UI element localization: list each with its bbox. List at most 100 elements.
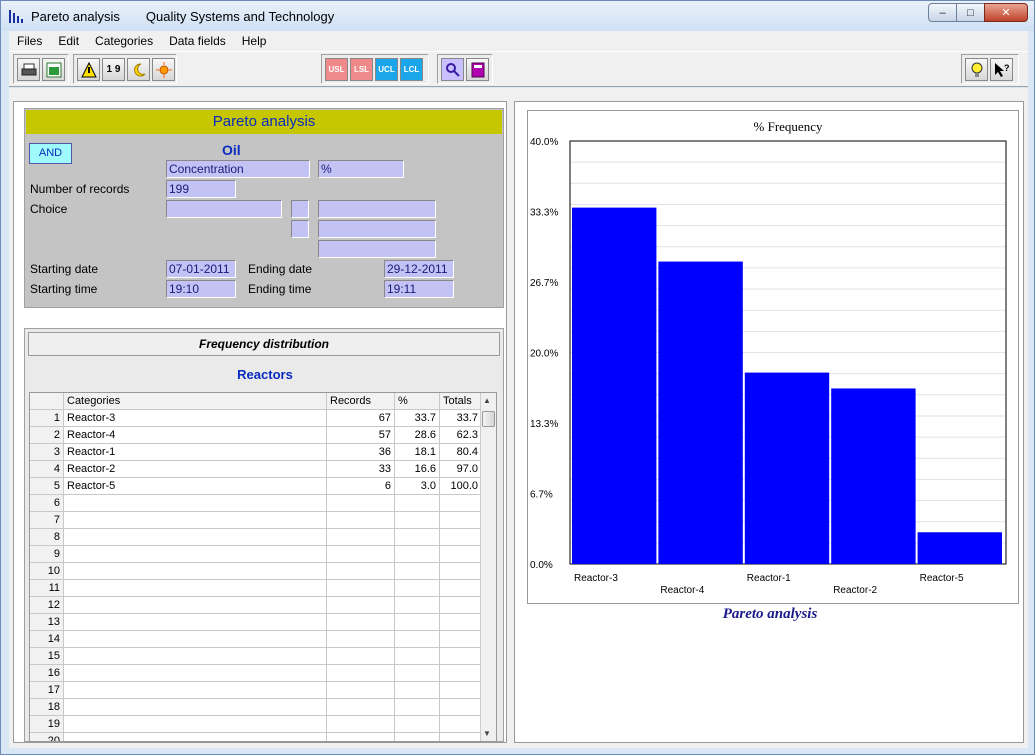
y-tick-label: 20.0% [530, 349, 558, 360]
cell-category [64, 597, 327, 614]
table-row[interactable]: 13 [30, 614, 482, 631]
column-header-totals[interactable]: Totals [440, 393, 482, 410]
table-row[interactable]: 6 [30, 495, 482, 512]
table-row[interactable]: 1 Reactor-3 67 33.7 33.7 [30, 410, 482, 427]
excel-icon [46, 62, 61, 77]
table-row[interactable]: 11 [30, 580, 482, 597]
selection-panel: Pareto analysis AND Oil Concentration % … [24, 108, 504, 308]
scroll-up-icon[interactable]: ▲ [483, 396, 491, 405]
x-tick-label: Reactor-5 [920, 573, 964, 584]
scroll-down-icon[interactable]: ▼ [483, 729, 491, 738]
menu-help[interactable]: Help [234, 34, 275, 48]
scroll-thumb[interactable] [482, 411, 495, 427]
choice-value-input-3[interactable] [318, 240, 436, 258]
search-records-button[interactable] [441, 58, 464, 81]
choice-value-input-2[interactable] [318, 220, 436, 238]
choice-value-input-1[interactable] [318, 200, 436, 218]
column-header-categories[interactable]: Categories [64, 393, 327, 410]
starting-date-input[interactable]: 07-01-2011 [166, 260, 236, 278]
app-title: Pareto analysis [31, 9, 120, 24]
table-row[interactable]: 17 [30, 682, 482, 699]
pareto-app-icon [9, 10, 25, 23]
row-number: 10 [30, 563, 64, 580]
usl-button[interactable]: USL [325, 58, 348, 81]
app-subtitle: Quality Systems and Technology [145, 9, 335, 24]
frequency-heading: Frequency distribution [28, 332, 500, 356]
choice-operator-input-1[interactable] [291, 200, 309, 218]
lcl-button[interactable]: LCL [400, 58, 423, 81]
cell-records: 67 [327, 410, 395, 427]
row-number: 13 [30, 614, 64, 631]
column-header-records[interactable]: Records [327, 393, 395, 410]
bar-reactor-5 [917, 532, 1002, 564]
table-row[interactable]: 8 [30, 529, 482, 546]
table-row[interactable]: 12 [30, 597, 482, 614]
cell-category [64, 665, 327, 682]
print-button[interactable] [17, 58, 40, 81]
toolbar-group-help: ? [961, 54, 1019, 84]
cell-records [327, 580, 395, 597]
table-row[interactable]: 18 [30, 699, 482, 716]
number-of-records-label: Number of records [30, 182, 130, 196]
chart-title: % Frequency [754, 119, 823, 134]
menu-files[interactable]: Files [9, 34, 50, 48]
menu-bar: Files Edit Categories Data fields Help [9, 31, 1028, 51]
row-number: 1 [30, 410, 64, 427]
field-unit-input[interactable]: % [318, 160, 404, 178]
field-name-input[interactable]: Concentration [166, 160, 310, 178]
warning-triangle-button[interactable] [77, 58, 100, 81]
cell-category [64, 546, 327, 563]
cell-total [440, 665, 482, 682]
cell-category [64, 699, 327, 716]
choice-operator-input-2[interactable] [291, 220, 309, 238]
choice-field-input[interactable] [166, 200, 282, 218]
maximize-button[interactable]: □ [956, 3, 985, 22]
cell-records [327, 648, 395, 665]
lsl-button[interactable]: LSL [350, 58, 373, 81]
table-row[interactable]: 14 [30, 631, 482, 648]
table-row[interactable]: 2 Reactor-4 57 28.6 62.3 [30, 427, 482, 444]
close-button[interactable]: ✕ [984, 3, 1028, 22]
and-button[interactable]: AND [29, 143, 72, 164]
cell-percent [395, 699, 440, 716]
night-mode-button[interactable] [127, 58, 150, 81]
frequency-table: Categories Records % Totals 1 Reactor-3 67… [29, 392, 497, 742]
table-scrollbar[interactable]: ▲ ▼ [480, 393, 496, 741]
menu-categories[interactable]: Categories [87, 34, 161, 48]
tips-button[interactable] [965, 58, 988, 81]
table-row[interactable]: 10 [30, 563, 482, 580]
export-excel-button[interactable] [42, 58, 65, 81]
minimize-button[interactable]: – [928, 3, 957, 22]
cell-category: Reactor-2 [64, 461, 327, 478]
menu-edit[interactable]: Edit [50, 34, 87, 48]
context-help-button[interactable]: ? [990, 58, 1013, 81]
cell-total [440, 716, 482, 733]
cell-category [64, 529, 327, 546]
cell-total: 80.4 [440, 444, 482, 461]
cell-records [327, 682, 395, 699]
starting-time-input[interactable]: 19:10 [166, 280, 236, 298]
table-row[interactable]: 5 Reactor-5 6 3.0 100.0 [30, 478, 482, 495]
counter-button[interactable]: 1 9 [102, 58, 125, 81]
table-row[interactable]: 16 [30, 665, 482, 682]
table-row[interactable]: 7 [30, 512, 482, 529]
day-mode-button[interactable] [152, 58, 175, 81]
cell-percent [395, 648, 440, 665]
ending-date-input[interactable]: 29-12-2011 [384, 260, 454, 278]
cell-total [440, 682, 482, 699]
toolbar: 1 9 USL LSL UCL LCL ? [9, 51, 1028, 87]
y-tick-label: 13.3% [530, 419, 558, 430]
bar-reactor-2 [831, 388, 916, 564]
calculator-button[interactable] [466, 58, 489, 81]
table-row[interactable]: 20 [30, 733, 482, 741]
ucl-button[interactable]: UCL [375, 58, 398, 81]
menu-data-fields[interactable]: Data fields [161, 34, 234, 48]
table-row[interactable]: 4 Reactor-2 33 16.6 97.0 [30, 461, 482, 478]
table-row[interactable]: 19 [30, 716, 482, 733]
cell-percent [395, 529, 440, 546]
ending-time-input[interactable]: 19:11 [384, 280, 454, 298]
column-header-percent[interactable]: % [395, 393, 440, 410]
table-row[interactable]: 3 Reactor-1 36 18.1 80.4 [30, 444, 482, 461]
table-row[interactable]: 15 [30, 648, 482, 665]
table-row[interactable]: 9 [30, 546, 482, 563]
